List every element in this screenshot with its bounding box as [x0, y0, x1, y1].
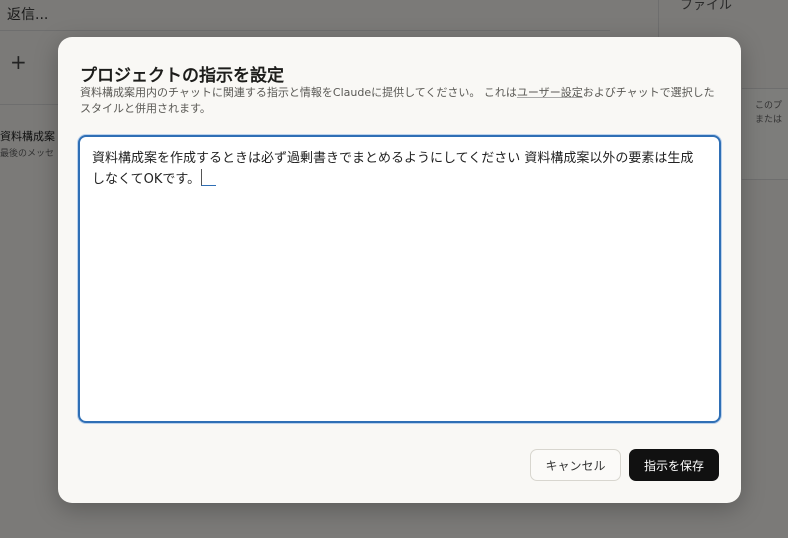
- instructions-text[interactable]: 資料構成案を作成するときは必ず過剰書きでまとめるようにしてください 資料構成案以…: [92, 149, 706, 190]
- save-instructions-button[interactable]: 指示を保存: [629, 449, 719, 481]
- description-text: 資料構成案用内のチャットに関連する指示と情報をClaudeに提供してください。 …: [80, 86, 517, 99]
- text-cursor: [201, 169, 217, 186]
- cancel-button[interactable]: キャンセル: [530, 449, 621, 481]
- dialog-description: 資料構成案用内のチャットに関連する指示と情報をClaudeに提供してください。 …: [80, 85, 720, 117]
- instructions-value: 資料構成案を作成するときは必ず過剰書きでまとめるようにしてください 資料構成案以…: [92, 151, 694, 187]
- user-settings-link[interactable]: ユーザー設定: [517, 86, 583, 99]
- instructions-textarea[interactable]: 資料構成案を作成するときは必ず過剰書きでまとめるようにしてください 資料構成案以…: [78, 135, 721, 423]
- dialog-title: プロジェクトの指示を設定: [80, 66, 284, 86]
- project-instructions-dialog: プロジェクトの指示を設定 資料構成案用内のチャットに関連する指示と情報をClau…: [58, 37, 741, 503]
